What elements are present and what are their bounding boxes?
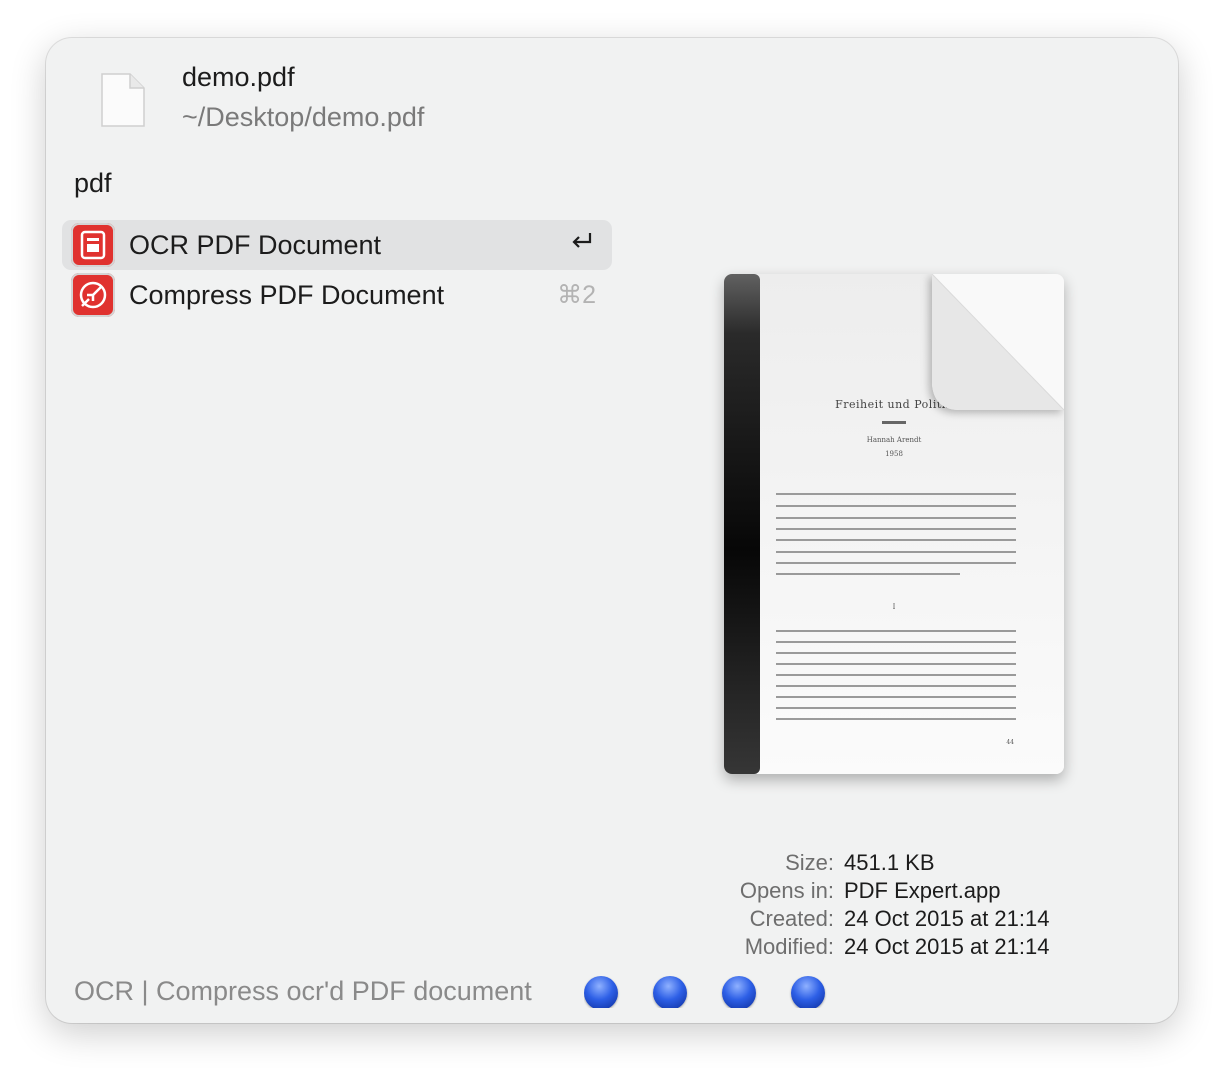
preview-page: Freiheit und Politik Hannah Arendt 1958 … [724,274,1064,774]
action-label: Compress PDF Document [129,279,445,310]
created-label: Created: [749,906,834,931]
compress-icon [71,273,115,317]
progress-dot [722,976,756,1008]
progress-dot [653,976,687,1008]
status-text: OCR | Compress ocr'd PDF document [74,976,532,1006]
opens-in-label: Opens in: [739,878,834,903]
progress-dot [791,976,825,1008]
progress-dot [584,976,618,1008]
ocr-icon [71,223,115,267]
action-list: OCR PDF Document Compress PDF Document ⌘… [62,220,612,320]
preview-title: Freiheit und Politik [835,398,953,411]
preview-year: 1958 [885,450,903,458]
action-ocr-pdf[interactable]: OCR PDF Document [62,220,612,270]
created-value: 24 Oct 2015 at 21:14 [844,906,1050,931]
file-path: ~/Desktop/demo.pdf [182,102,425,132]
preview-author: Hannah Arendt [867,436,922,444]
action-shortcut: ⌘2 [557,281,596,309]
return-key-icon [570,230,594,257]
size-label: Size: [785,850,834,875]
preview-section: I [893,603,896,611]
quick-action-window: demo.pdf ~/Desktop/demo.pdf pdf OCR PDF … [46,38,1178,1023]
document-icon [101,73,145,127]
file-name: demo.pdf [182,62,295,92]
size-value: 451.1 KB [844,850,935,875]
opens-in-value: PDF Expert.app [844,878,1001,903]
search-query[interactable]: pdf [74,168,112,199]
action-label: OCR PDF Document [129,229,382,260]
action-compress-pdf[interactable]: Compress PDF Document ⌘2 [62,270,612,320]
document-preview: Freiheit und Politik Hannah Arendt 1958 … [724,274,1064,774]
binder-spine [724,274,760,774]
modified-label: Modified: [744,934,834,959]
preview-page-number: 44 [1006,739,1014,746]
modified-value: 24 Oct 2015 at 21:14 [844,934,1050,959]
